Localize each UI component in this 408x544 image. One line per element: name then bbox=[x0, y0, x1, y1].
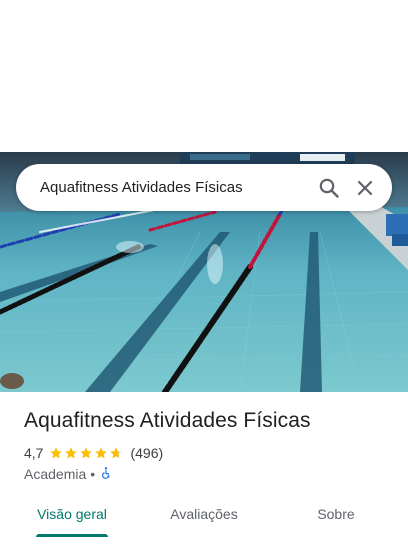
star-icon bbox=[65, 447, 78, 459]
tab-about[interactable]: Sobre bbox=[292, 494, 380, 534]
close-icon[interactable] bbox=[353, 176, 377, 200]
tab-bar: Visão geral Avaliações Sobre bbox=[0, 494, 408, 538]
rating-value: 4,7 bbox=[24, 445, 44, 461]
place-title: Aquafitness Atividades Físicas bbox=[24, 409, 311, 432]
wheelchair-accessible-icon bbox=[99, 466, 113, 483]
place-category: Academia bbox=[24, 466, 87, 482]
active-tab-indicator bbox=[36, 534, 108, 537]
star-icon bbox=[95, 447, 108, 459]
search-input[interactable]: Aquafitness Atividades Físicas bbox=[40, 164, 243, 211]
rating-row[interactable]: 4,7 (496) bbox=[24, 444, 163, 462]
separator-dot: • bbox=[90, 466, 96, 482]
reviews-count[interactable]: (496) bbox=[130, 445, 163, 461]
tab-reviews[interactable]: Avaliações bbox=[156, 494, 252, 534]
search-icon[interactable] bbox=[317, 176, 341, 200]
tab-overview[interactable]: Visão geral bbox=[24, 494, 120, 534]
star-icon bbox=[80, 447, 93, 459]
star-icon bbox=[50, 447, 63, 459]
star-half-icon bbox=[110, 447, 123, 459]
search-bar[interactable]: Aquafitness Atividades Físicas bbox=[16, 164, 392, 211]
star-rating bbox=[49, 446, 124, 460]
category-row: Academia • bbox=[24, 465, 113, 483]
